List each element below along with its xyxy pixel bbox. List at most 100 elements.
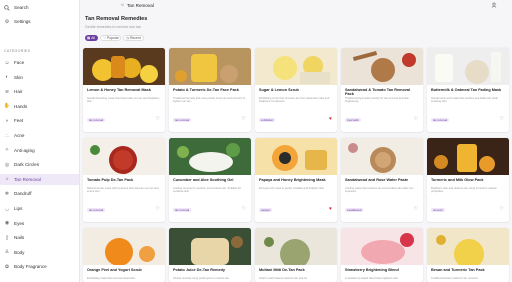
remedy-image <box>83 228 165 265</box>
remedy-image <box>341 48 423 85</box>
remedy-card[interactable]: Buttermilk & Oatmeal Tan Fading Mask Gent… <box>427 48 509 132</box>
remedy-card[interactable]: Sandalwood & Tomato Tan Removal Pack Trad… <box>341 48 423 132</box>
filter-all-label: All <box>91 36 95 40</box>
hand-icon: ✋ <box>3 103 11 110</box>
remedy-description: Natural de-tan mask with lycopene that r… <box>87 187 159 194</box>
remedy-image <box>169 228 251 265</box>
remedy-title: Sandalwood & Tomato Tan Removal Pack <box>345 88 411 97</box>
user-icon[interactable] <box>491 2 497 10</box>
heart-icon[interactable]: ♡ <box>414 206 418 212</box>
sidebar-item-dark-circles[interactable]: ◎ Dark Circles <box>0 159 79 170</box>
sidebar-item-anti-aging[interactable]: ✧ Anti-aging <box>0 145 79 156</box>
remedy-card[interactable]: Potato Juice De-Tan Remedy Simple remedy … <box>169 228 251 282</box>
sidebar-item-face[interactable]: ☺ Face <box>0 57 79 68</box>
remedy-tag: papaya <box>259 208 272 213</box>
remedy-title: Strawberry Brightening Blend <box>345 268 399 272</box>
heart-icon[interactable]: ♡ <box>500 116 504 122</box>
sidebar-item-hands[interactable]: ✋ Hands <box>0 101 79 112</box>
sidebar-item-label: Anti-aging <box>14 147 35 153</box>
foot-icon: ◗ <box>5 117 9 124</box>
remedy-title: Tomato Pulp De-Tan Pack <box>87 178 134 182</box>
remedy-description: A strawberry-based blend that brightens … <box>345 277 399 280</box>
remedy-description: Traditional Ayurvedic remedy for tan rem… <box>345 97 409 104</box>
remedy-card[interactable]: Besan and Turmeric Tan Pack Traditional b… <box>427 228 509 282</box>
remedy-title: Sandalwood and Rose Water Paste <box>345 178 409 182</box>
heart-filled-icon[interactable]: ♥ <box>329 116 332 122</box>
remedy-title: Multani Mitti De-Tan Pack <box>259 268 305 272</box>
filter-all[interactable]: ▦ All <box>85 35 98 41</box>
sidebar-search[interactable]: Search <box>0 2 79 13</box>
remedy-card[interactable]: Orange Peel and Yogurt Scrub Exfoliating … <box>83 228 165 282</box>
remedy-tag: tan removal <box>431 118 450 123</box>
heart-icon[interactable]: ♡ <box>500 206 504 212</box>
remedy-image <box>427 228 509 265</box>
remedy-description: Cooling paste that reduces tan and sooth… <box>345 187 414 194</box>
remedy-card[interactable]: Multani Mitti De-Tan Pack Fuller's earth … <box>255 228 337 282</box>
remedy-tag: exfoliation <box>259 118 276 123</box>
sidebar-item-label: Dark Circles <box>14 162 40 168</box>
sidebar-settings[interactable]: ⚙ Settings <box>0 16 79 27</box>
remedy-card[interactable]: Strawberry Brightening Blend A strawberry… <box>341 228 423 282</box>
remedy-card[interactable]: Turmeric and Milk Glow Pack Brightens ski… <box>427 138 509 222</box>
sidebar-item-hair[interactable]: ≋ Hair <box>0 86 79 97</box>
sidebar-item-label: Body <box>14 249 25 255</box>
remedy-tag: tan removal <box>87 118 106 123</box>
sidebar-item-feet[interactable]: ◗ Feet <box>0 115 79 126</box>
remedy-image <box>341 228 423 265</box>
remedy-image <box>341 138 423 175</box>
remedy-title: Turmeric and Milk Glow Pack <box>431 178 484 182</box>
filter-popular[interactable]: ♡ Popular <box>100 35 121 41</box>
sidebar-item-label: Dandruff <box>14 191 32 197</box>
categories-label: CATEGORIES <box>4 49 31 53</box>
sidebar-item-eyes[interactable]: ◉ Eyes <box>0 218 79 229</box>
sidebar-item-skin[interactable]: ◐ Skin <box>0 72 79 83</box>
heart-filled-icon[interactable]: ♥ <box>329 206 332 212</box>
sidebar-item-body-fragrance[interactable]: ✿ Body Fragrance <box>0 261 79 272</box>
filter-popular-label: Popular <box>107 36 119 40</box>
sidebar-item-label: Acne <box>14 133 25 138</box>
remedy-image <box>255 228 337 265</box>
sidebar-item-label: Feet <box>14 118 24 124</box>
heart-icon[interactable]: ♡ <box>242 116 246 122</box>
sidebar-item-dandruff[interactable]: ❄ Dandruff <box>0 188 79 199</box>
anti-aging-icon: ✧ <box>4 147 10 154</box>
acne-icon: ∴ <box>5 132 9 139</box>
remedy-tag: tan removal <box>173 208 192 213</box>
remedy-image <box>169 48 251 85</box>
sidebar-item-acne[interactable]: ∴ Acne <box>0 130 79 141</box>
remedy-description: Gentle bleaching mask that helps fade su… <box>87 97 160 104</box>
remedy-card[interactable]: Potato & Turmeric De-Tan Face Pack Tradit… <box>169 48 251 132</box>
remedy-card[interactable]: Lemon & Honey Tan Removal Mask Gentle ble… <box>83 48 165 132</box>
sidebar-item-label: Hands <box>14 103 28 109</box>
sidebar-item-nails[interactable]: ▯ Nails <box>0 232 79 243</box>
section-subtitle: Gentle remedies to remove sun tan <box>85 24 142 29</box>
nail-icon: ▯ <box>5 234 9 241</box>
filter-recent[interactable]: ◷ Recent <box>123 35 144 41</box>
heart-icon[interactable]: ♡ <box>414 116 418 122</box>
remedy-tag: tan removal <box>87 208 106 213</box>
topbar: ☼ Tan Removal <box>80 0 512 11</box>
remedy-title: Besan and Turmeric Tan Pack <box>431 268 485 272</box>
remedy-card[interactable]: Cucumber and Aloe Soothing Gel Cooling re… <box>169 138 251 222</box>
face-icon: ☺ <box>4 59 10 66</box>
sidebar-item-lips[interactable]: ◡ Lips <box>0 203 79 214</box>
heart-icon[interactable]: ♡ <box>156 206 160 212</box>
remedy-card[interactable]: Papaya and Honey Brightening Mask Enzyme-… <box>255 138 337 222</box>
remedy-image <box>427 138 509 175</box>
filter-recent-label: Recent <box>129 36 141 40</box>
sidebar-item-body[interactable]: ♙ Body <box>0 247 79 258</box>
dandruff-icon: ❄ <box>4 190 10 197</box>
hair-icon: ≋ <box>4 88 10 95</box>
heart-icon[interactable]: ♡ <box>156 116 160 122</box>
remedy-description: Cooling remedy for sunburn and soothes t… <box>173 187 242 194</box>
heart-icon[interactable]: ♡ <box>242 206 246 212</box>
remedy-card[interactable]: Sandalwood and Rose Water Paste Cooling p… <box>341 138 423 222</box>
fragrance-icon: ✿ <box>4 263 10 270</box>
remedy-image <box>255 138 337 175</box>
remedy-card[interactable]: Sugar & Lemon Scrub Exfoliating scrub tha… <box>255 48 337 132</box>
eye-circle-icon: ◎ <box>4 161 10 168</box>
remedy-description: Simple remedy using potato juice to redu… <box>173 277 230 280</box>
sidebar-settings-label: Settings <box>14 19 31 24</box>
sidebar-item-tan-removal[interactable]: ☼ Tan Removal <box>0 173 79 185</box>
remedy-card[interactable]: Tomato Pulp De-Tan Pack Natural de-tan ma… <box>83 138 165 222</box>
